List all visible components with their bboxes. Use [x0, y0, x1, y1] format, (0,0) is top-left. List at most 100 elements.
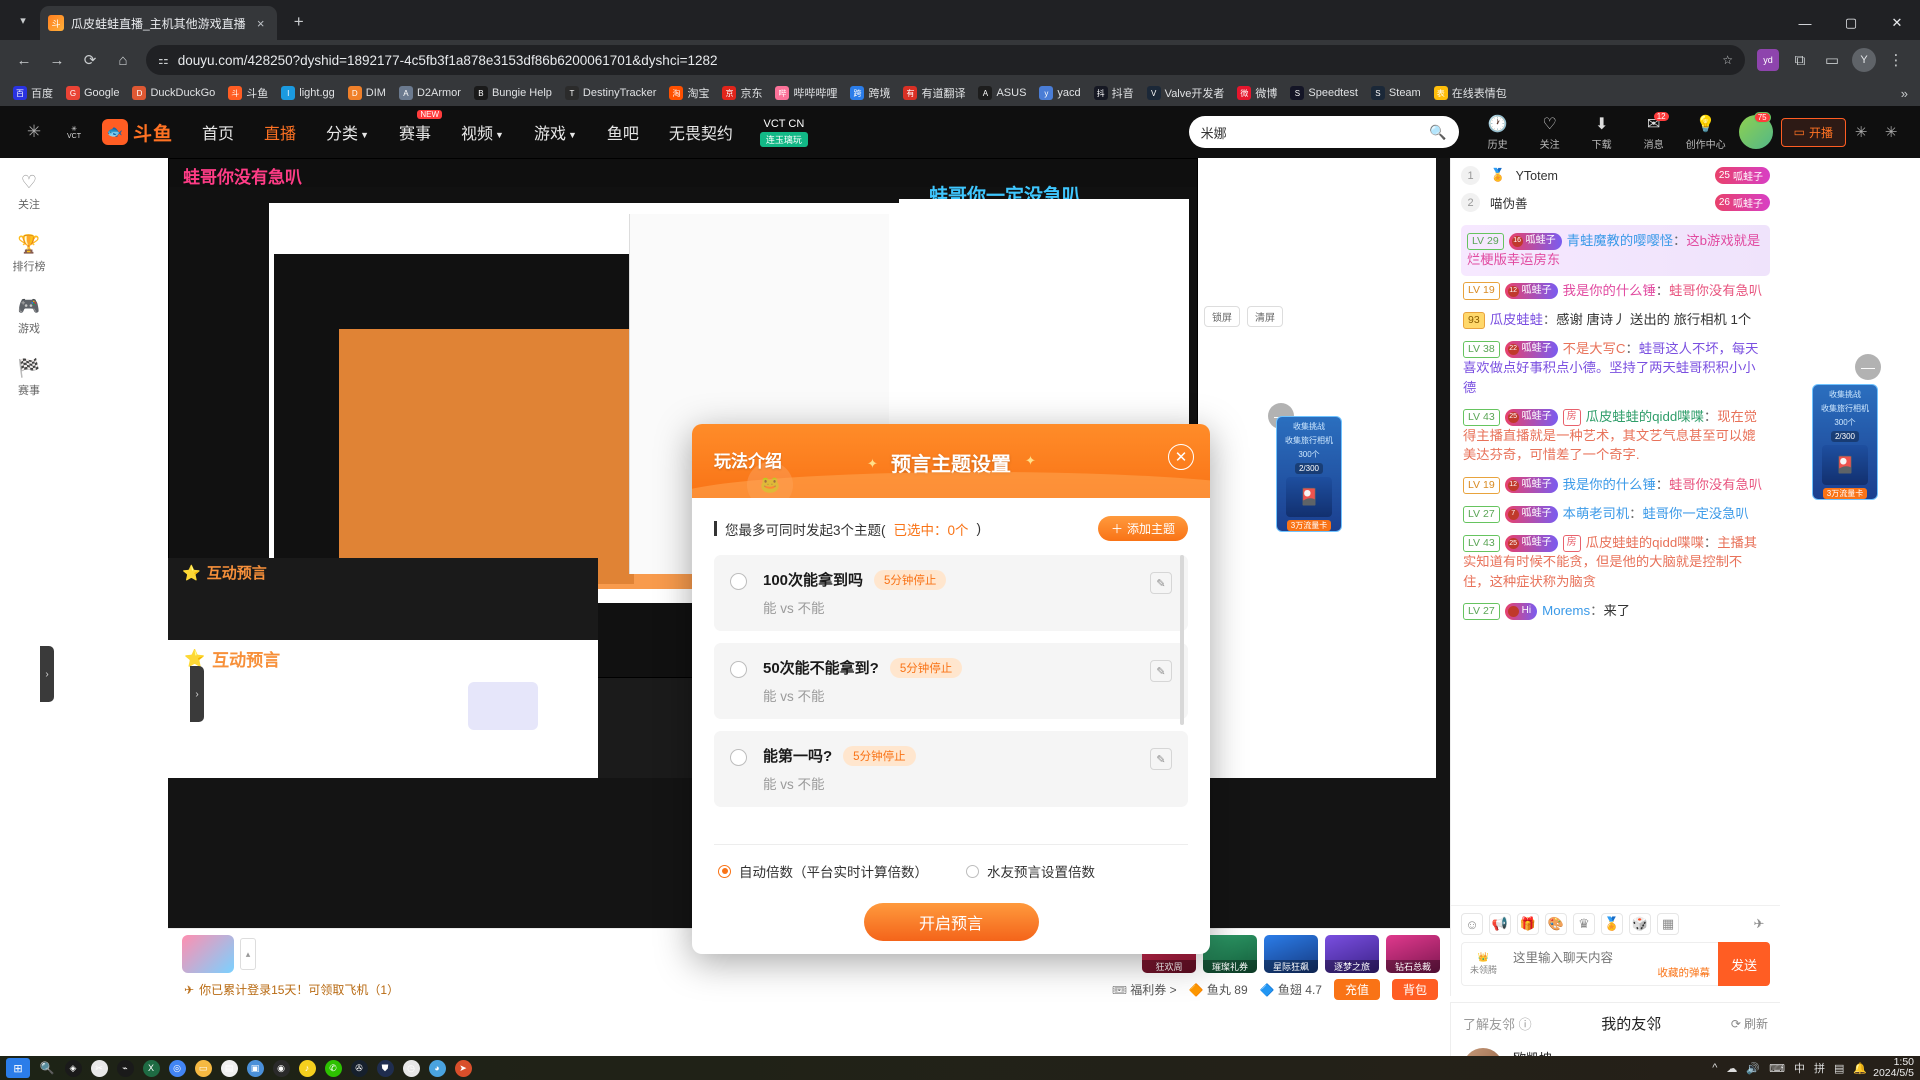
chat-username[interactable]: 瓜皮蛙蛙的qidd喋喋	[1586, 535, 1704, 550]
chat-message[interactable]: LV 19 12 呱蛙子 我是你的什么锤：蛙哥你没有急叭	[1461, 276, 1770, 305]
nav-item-无畏契约[interactable]: 无畏契约	[654, 120, 748, 144]
grid-menu-icon[interactable]: ✳	[14, 122, 54, 142]
back-icon[interactable]: ←	[9, 45, 39, 75]
tray-icon[interactable]: 🔊	[1746, 1062, 1760, 1075]
app-wechat[interactable]: ✆	[320, 1057, 346, 1079]
backpack-button[interactable]: 背包	[1391, 979, 1438, 1000]
event-card[interactable]: 钻石总裁	[1386, 935, 1440, 973]
bookmark-item[interactable]: 抖抖音	[1089, 83, 1139, 103]
youdao-extension-icon[interactable]: yd	[1753, 45, 1783, 75]
start-prediction-button[interactable]: 开启预言	[863, 903, 1039, 941]
event-card[interactable]: 璀璨礼券	[1203, 935, 1257, 973]
tray-icon[interactable]: 🔔	[1853, 1062, 1867, 1075]
multiplier-option[interactable]: 水友预言设置倍数	[966, 861, 1095, 881]
event-card[interactable]: 逐梦之旅	[1325, 935, 1379, 973]
topic-row[interactable]: 100次能拿到吗 5分钟停止能 vs 不能 ✎	[714, 555, 1188, 631]
tray-icon[interactable]: 拼	[1814, 1060, 1825, 1076]
search-icon[interactable]: 🔍	[1429, 124, 1446, 141]
chat-input[interactable]	[1505, 943, 1718, 965]
modal-close-button[interactable]: ✕	[1168, 444, 1194, 470]
chat-username[interactable]: 青蛙魔教的嘤嘤怪	[1567, 233, 1673, 248]
bookmark-item[interactable]: B Bungie Help	[469, 84, 557, 102]
browser-tab[interactable]: 斗 瓜皮蛙蛙直播_主机其他游戏直播 ×	[40, 6, 277, 40]
gift-expand-icon[interactable]: ▴	[240, 938, 256, 970]
forward-icon[interactable]: →	[42, 45, 72, 75]
chat-message[interactable]: LV 43 25 呱蛙子房瓜皮蛙蛙的qidd喋喋：现在觉得主播直播就是一种艺术，其文…	[1461, 402, 1770, 470]
noble-icon[interactable]: ♛	[1573, 913, 1595, 935]
tool-关注[interactable]: ♡ 关注	[1525, 114, 1575, 151]
chat-message[interactable]: LV 27 Hi Morems：来了	[1461, 596, 1770, 625]
welfare-link[interactable]: 🎟 福利券 >	[1112, 981, 1177, 998]
edit-icon[interactable]: ✎	[1150, 660, 1172, 682]
bookmark-item[interactable]: l light.gg	[276, 84, 339, 102]
radio-icon[interactable]	[966, 864, 979, 878]
star-icon[interactable]: ✳	[1846, 123, 1876, 141]
app-explorer[interactable]: ▭	[190, 1057, 216, 1079]
rail-item-排行榜[interactable]: 🏆 排行榜	[13, 234, 46, 274]
gift-icon[interactable]: 🎁	[1517, 913, 1539, 935]
chrome-menu-icon[interactable]: ⋮	[1881, 45, 1911, 75]
bookmark-item[interactable]: 哔哔哔哔哩	[770, 83, 842, 103]
gift-card-1[interactable]	[182, 935, 234, 973]
topic-list[interactable]: 100次能拿到吗 5分钟停止能 vs 不能 ✎ 50次能不能拿到? 5分钟停止能 vs …	[714, 555, 1188, 840]
chat-message[interactable]: LV 19 12 呱蛙子 我是你的什么锤：蛙哥你没有急叭	[1461, 470, 1770, 499]
chat-messages[interactable]: LV 29 16 呱蛙子 青蛙魔教的嘤嘤怪：这b游戏就是烂梗版幸运房东 LV 19 12 呱…	[1451, 220, 1780, 905]
tray-icon[interactable]: ▤	[1834, 1062, 1844, 1075]
chat-message[interactable]: LV 38 22 呱蛙子 不是大写C：蛙哥这人不坏，每天喜欢做点好事积点小德。坚持了两…	[1461, 334, 1770, 402]
extensions-icon[interactable]: ⧉	[1785, 45, 1815, 75]
collect-challenge-card[interactable]: 收集挑战 收集旅行相机 300个 2/300 🎴 3万流量卡	[1276, 416, 1342, 532]
search-icon[interactable]: 🔍	[34, 1057, 60, 1079]
site-settings-icon[interactable]: ⚏	[158, 53, 169, 67]
chat-message[interactable]: LV 27 7 呱蛙子 本萌老司机：蛙哥你一定没急叭	[1461, 499, 1770, 528]
douyu-logo[interactable]: 🐟 斗鱼	[102, 119, 173, 146]
bookmark-item[interactable]: A ASUS	[973, 84, 1031, 102]
app-netease[interactable]: ♪	[294, 1057, 320, 1079]
close-window-button[interactable]: ✕	[1874, 6, 1920, 40]
nav-item-分类[interactable]: 分类 ▼	[311, 120, 384, 144]
nav-item-视频[interactable]: 视频 ▼	[446, 120, 519, 144]
nav-item-赛事[interactable]: 赛事 NEW	[384, 110, 446, 144]
bookmark-item[interactable]: 百百度	[8, 83, 58, 103]
chat-message[interactable]: LV 43 25 呱蛙子房瓜皮蛙蛙的qidd喋喋：主播其实知道有时候不能贪，但是他的…	[1461, 528, 1770, 596]
bookmark-item[interactable]: 微微博	[1232, 83, 1282, 103]
bookmark-item[interactable]: T DestinyTracker	[560, 84, 662, 102]
app-steam[interactable]: ✇	[346, 1057, 372, 1079]
reload-icon[interactable]: ⟳	[75, 45, 105, 75]
app-vpn[interactable]: ⛊	[372, 1057, 398, 1079]
rank-row[interactable]: 1 🏅 YTotem 25 呱蛙子	[1461, 162, 1770, 189]
topic-radio[interactable]	[730, 749, 747, 766]
vct-icon-right[interactable]: ✳	[1876, 123, 1906, 141]
sidebar-collapse-handle[interactable]: ›	[40, 646, 54, 702]
bookmark-star-icon[interactable]: ☆	[1722, 53, 1733, 67]
list-item[interactable]: 欧凯坤 一直走下去，十月上旬	[1451, 1044, 1780, 1056]
app-duck[interactable]: ◕	[424, 1057, 450, 1079]
tool-历史[interactable]: 🕐 历史	[1473, 114, 1523, 151]
bookmark-item[interactable]: 跨跨境	[845, 83, 895, 103]
chat-username[interactable]: Morems	[1542, 603, 1590, 618]
maximize-button[interactable]: ▢	[1828, 6, 1874, 40]
address-bar[interactable]: ⚏ douyu.com/428250?dyshid=1892177-4c5fb3…	[146, 45, 1745, 75]
vct-logo-icon[interactable]: ✳ VCT	[54, 125, 94, 140]
bookmark-item[interactable]: A D2Armor	[394, 84, 466, 102]
collapse-left-handle[interactable]: ›	[190, 666, 204, 722]
app-files[interactable]: ▣	[242, 1057, 268, 1079]
chat-message[interactable]: LV 29 16 呱蛙子 青蛙魔教的嘤嘤怪：这b游戏就是烂梗版幸运房东	[1461, 225, 1770, 276]
close-icon[interactable]: ×	[253, 15, 269, 31]
rail-item-赛事[interactable]: 🏁 赛事	[18, 358, 40, 398]
rank-user[interactable]: YTotem	[1516, 169, 1558, 183]
app-capcut[interactable]: ⌁	[112, 1057, 138, 1079]
bookmark-item[interactable]: S Speedtest	[1285, 84, 1363, 102]
tray-icon[interactable]: ^	[1712, 1062, 1717, 1074]
chat-username[interactable]: 瓜皮蛙蛙	[1490, 312, 1543, 327]
gift-shortcuts[interactable]: ▴	[182, 935, 256, 973]
app-notes[interactable]: ▤	[216, 1057, 242, 1079]
radio-icon[interactable]	[718, 864, 731, 878]
app-snip[interactable]: ✂	[86, 1057, 112, 1079]
edit-icon[interactable]: ✎	[1150, 572, 1172, 594]
topic-row[interactable]: 能第一吗? 5分钟停止能 vs 不能 ✎	[714, 731, 1188, 807]
user-avatar[interactable]: 75	[1738, 112, 1773, 149]
rail-item-关注[interactable]: ♡ 关注	[18, 172, 40, 212]
bookmark-item[interactable]: V Valve开发者	[1142, 83, 1230, 103]
send-button[interactable]: 发送	[1718, 942, 1770, 986]
app-speed[interactable]: ◷	[398, 1057, 424, 1079]
